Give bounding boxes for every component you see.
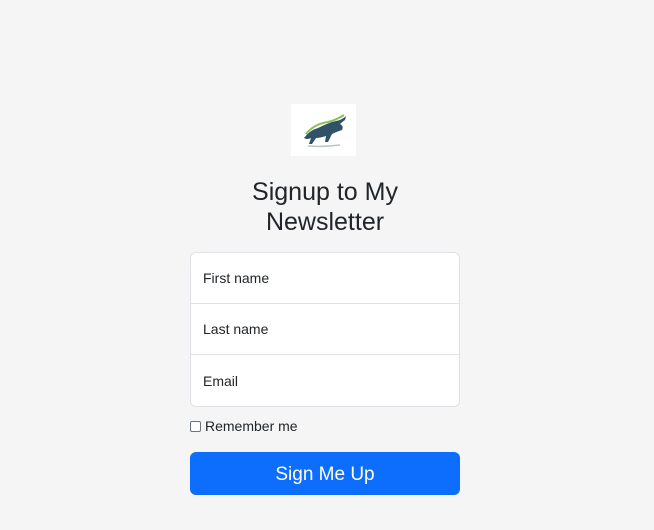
remember-me-label: Remember me <box>205 418 298 434</box>
last-name-input[interactable] <box>191 304 459 354</box>
sign-me-up-button[interactable]: Sign Me Up <box>190 452 460 495</box>
email-input[interactable] <box>191 355 459 406</box>
page-title: Signup to My Newsletter <box>252 178 398 236</box>
last-name-row <box>191 304 459 355</box>
signup-page: Signup to My Newsletter Remember me Sign… <box>0 0 654 530</box>
signup-form <box>190 252 460 407</box>
first-name-input[interactable] <box>191 253 459 303</box>
remember-me[interactable]: Remember me <box>190 418 298 434</box>
remember-me-checkbox[interactable] <box>190 420 201 432</box>
bull-logo <box>291 104 356 156</box>
bull-logo-icon <box>303 114 346 148</box>
email-row <box>191 355 459 406</box>
first-name-row <box>191 253 459 304</box>
